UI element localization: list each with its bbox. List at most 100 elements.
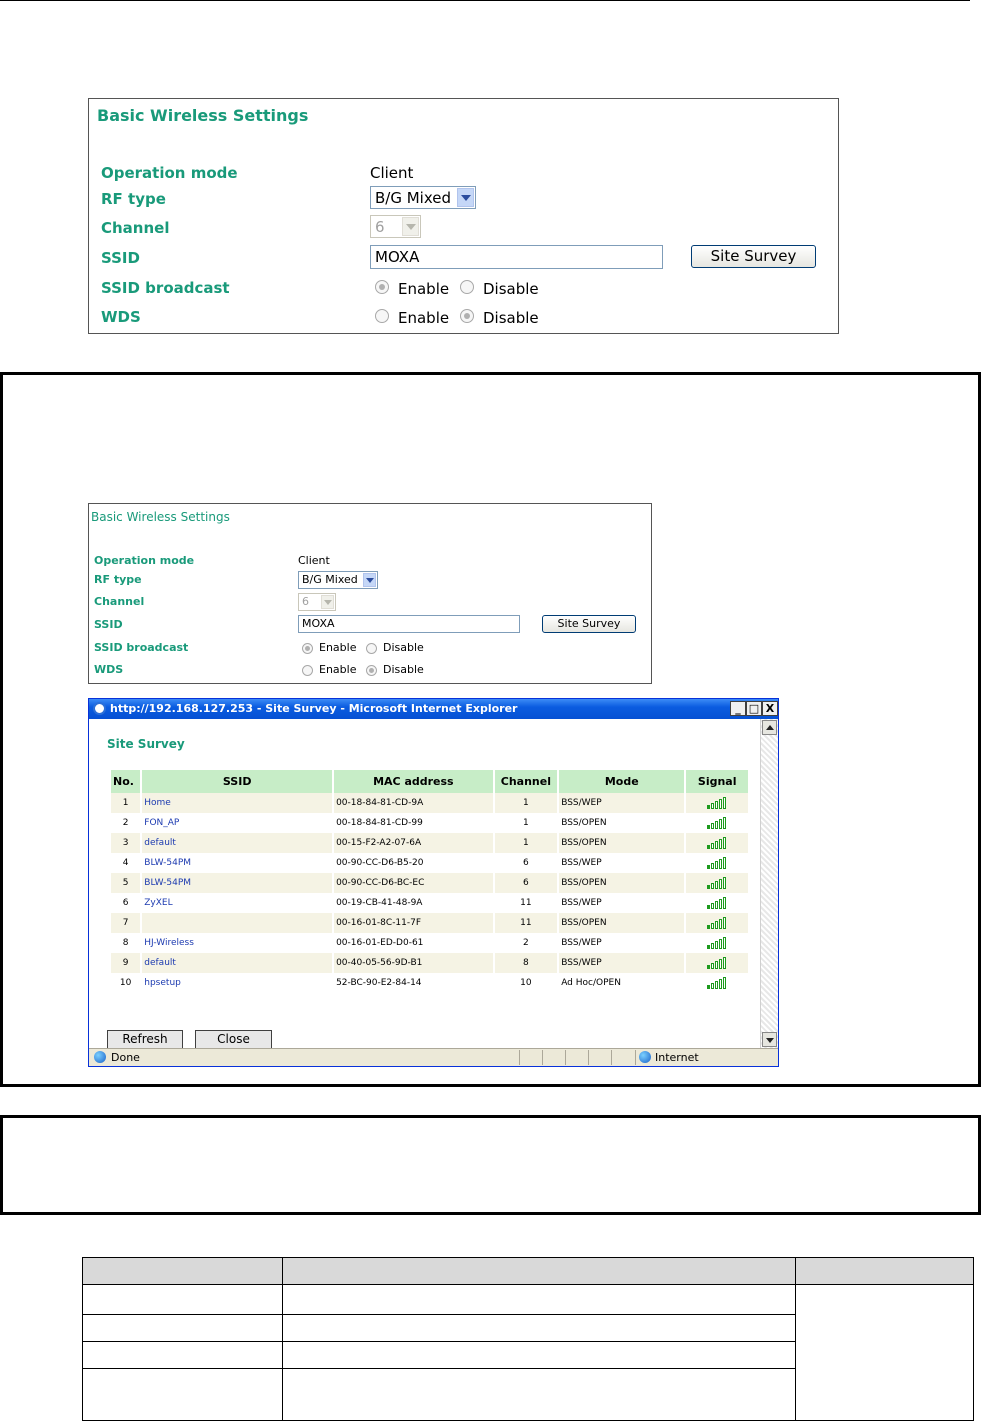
minimize-button[interactable]: _ — [730, 701, 746, 716]
chevron-down-icon[interactable] — [402, 217, 419, 236]
row-no: 3 — [111, 833, 141, 853]
ssid-broadcast-disable-radio[interactable] — [366, 643, 377, 654]
row-mac: 00-19-CB-41-48-9A — [334, 893, 493, 913]
signal-strength-icon — [707, 897, 727, 909]
wds-enable-label: Enable — [319, 663, 357, 676]
page-content: Site Survey No. SSID MAC address Channel… — [89, 719, 761, 1050]
row-channel: 8 — [494, 953, 558, 973]
row-no: 2 — [111, 813, 141, 833]
wds-label: WDS — [101, 308, 141, 326]
vertical-scrollbar[interactable] — [760, 719, 778, 1050]
table-cell — [82, 1284, 283, 1315]
operation-mode-label: Operation mode — [94, 554, 195, 567]
row-ssid[interactable] — [142, 913, 333, 933]
row-channel: 6 — [494, 853, 558, 873]
table-row: 2 FON_AP 00-18-84-81-CD-99 1 BSS/OPEN — [111, 813, 748, 833]
row-ssid[interactable]: default — [142, 833, 333, 853]
channel-select[interactable]: 6 — [370, 215, 421, 238]
ssid-label: SSID — [101, 249, 140, 267]
rf-type-select[interactable]: B/G Mixed — [370, 186, 476, 209]
row-no: 1 — [111, 793, 141, 813]
signal-strength-icon — [707, 977, 727, 989]
table-header-cell — [82, 1257, 283, 1285]
table-row: 3 default 00-15-F2-A2-07-6A 1 BSS/OPEN — [111, 833, 748, 853]
row-signal — [686, 933, 748, 953]
row-mode: Ad Hoc/OPEN — [559, 973, 685, 993]
row-channel: 11 — [494, 913, 558, 933]
col-header-mac: MAC address — [334, 770, 493, 793]
signal-strength-icon — [707, 937, 727, 949]
row-no: 4 — [111, 853, 141, 873]
note-frame — [0, 1115, 981, 1215]
row-mac: 00-16-01-8C-11-7F — [334, 913, 493, 933]
table-cell — [82, 1368, 283, 1421]
table-cell — [281, 1341, 797, 1369]
row-no: 7 — [111, 913, 141, 933]
channel-selected: 6 — [302, 595, 309, 608]
close-button[interactable]: Close — [195, 1030, 272, 1049]
row-mode: BSS/WEP — [559, 953, 685, 973]
row-ssid[interactable]: Home — [142, 793, 333, 813]
row-ssid[interactable]: FON_AP — [142, 813, 333, 833]
wds-disable-label: Disable — [483, 309, 539, 327]
channel-selected: 6 — [375, 218, 385, 236]
chevron-down-icon[interactable] — [457, 188, 474, 207]
rf-type-selected: B/G Mixed — [302, 573, 358, 586]
table-row: 9 default 00-40-05-56-9D-B1 8 BSS/WEP — [111, 953, 748, 973]
row-channel: 1 — [494, 813, 558, 833]
ssid-input[interactable]: MOXA — [370, 245, 663, 269]
ssid-broadcast-enable-radio[interactable] — [375, 280, 389, 294]
row-ssid[interactable]: default — [142, 953, 333, 973]
row-mac: 00-16-01-ED-D0-61 — [334, 933, 493, 953]
row-mode: BSS/WEP — [559, 893, 685, 913]
chevron-down-icon[interactable] — [363, 573, 376, 587]
row-channel: 1 — [494, 793, 558, 813]
row-ssid[interactable]: BLW-54PM — [142, 853, 333, 873]
row-ssid[interactable]: HJ-Wireless — [142, 933, 333, 953]
row-signal — [686, 913, 748, 933]
wds-disable-radio[interactable] — [366, 665, 377, 676]
rf-type-label: RF type — [101, 190, 166, 208]
ssid-broadcast-enable-radio[interactable] — [302, 643, 313, 654]
scroll-up-arrow-icon[interactable] — [762, 720, 777, 735]
wds-enable-radio[interactable] — [302, 665, 313, 676]
ssid-broadcast-enable-label: Enable — [319, 641, 357, 654]
close-window-button[interactable]: X — [762, 701, 778, 716]
maximize-button[interactable]: □ — [746, 701, 762, 716]
row-mode: BSS/OPEN — [559, 913, 685, 933]
col-header-channel: Channel — [494, 770, 558, 793]
wds-disable-radio[interactable] — [460, 309, 474, 323]
page-done-icon — [94, 1051, 106, 1063]
rf-type-selected: B/G Mixed — [375, 189, 452, 207]
chevron-down-icon[interactable] — [321, 595, 334, 609]
signal-strength-icon — [707, 957, 727, 969]
wds-enable-radio[interactable] — [375, 309, 389, 323]
ssid-label: SSID — [94, 618, 123, 631]
table-cell — [82, 1314, 283, 1342]
row-ssid[interactable]: ZyXEL — [142, 893, 333, 913]
row-ssid[interactable]: BLW-54PM — [142, 873, 333, 893]
site-survey-button[interactable]: Site Survey — [691, 245, 816, 268]
row-signal — [686, 893, 748, 913]
row-mode: BSS/WEP — [559, 793, 685, 813]
basic-wireless-settings-panel-small: Basic Wireless Settings Operation mode C… — [88, 503, 652, 684]
refresh-button[interactable]: Refresh — [107, 1030, 183, 1049]
wds-label: WDS — [94, 663, 124, 676]
ssid-broadcast-disable-radio[interactable] — [460, 280, 474, 294]
window-title-bar[interactable]: http://192.168.127.253 - Site Survey - M… — [89, 699, 778, 719]
table-row: 5 BLW-54PM 00-90-CC-D6-BC-EC 6 BSS/OPEN — [111, 873, 748, 893]
internet-zone-icon — [639, 1051, 651, 1063]
rf-type-select[interactable]: B/G Mixed — [298, 571, 378, 589]
channel-select[interactable]: 6 — [298, 593, 336, 611]
ie-logo-icon — [93, 702, 106, 715]
status-bar: Done Internet — [89, 1048, 778, 1066]
row-mac: 00-18-84-81-CD-9A — [334, 793, 493, 813]
signal-strength-icon — [707, 877, 727, 889]
header-rule — [0, 0, 970, 1]
status-divider — [611, 1050, 612, 1065]
scroll-down-arrow-icon[interactable] — [762, 1032, 777, 1047]
site-survey-button[interactable]: Site Survey — [542, 615, 636, 633]
ssid-input[interactable]: MOXA — [298, 615, 520, 633]
row-ssid[interactable]: hpsetup — [142, 973, 333, 993]
status-divider — [519, 1050, 520, 1065]
